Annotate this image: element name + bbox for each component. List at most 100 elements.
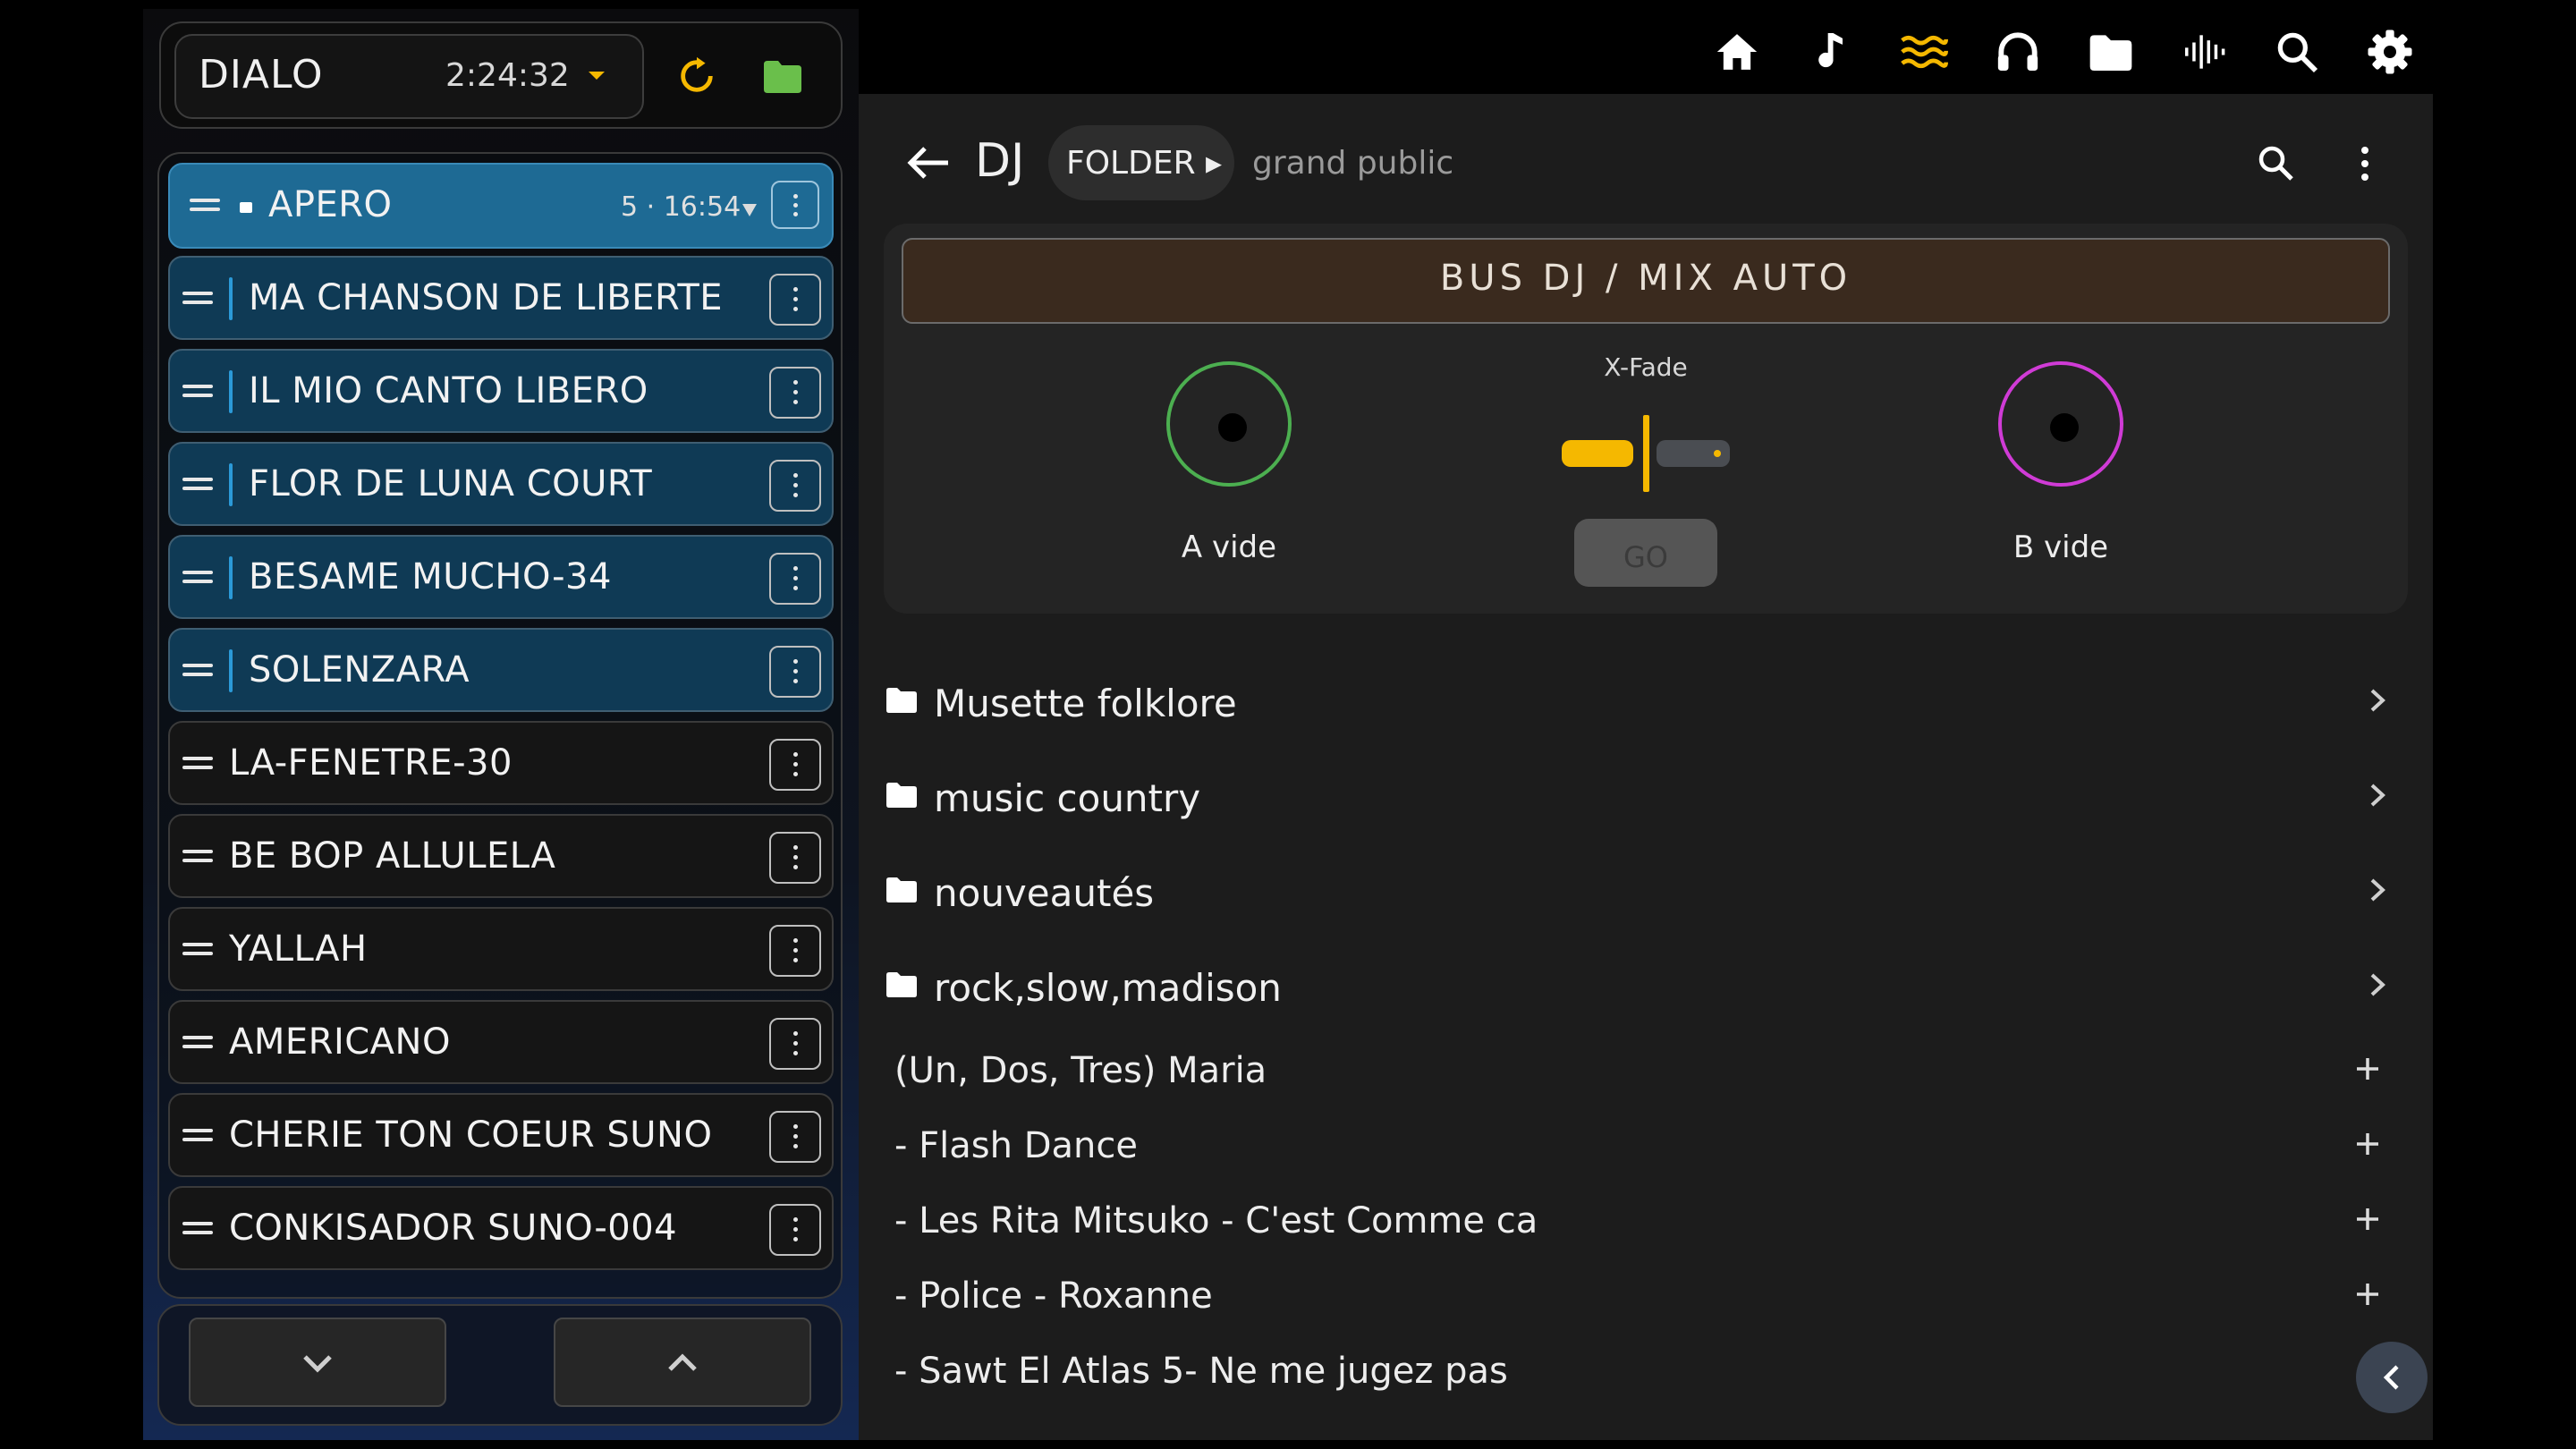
xfade-slider[interactable] <box>1556 408 1735 497</box>
chevron-right-icon <box>2370 689 2385 712</box>
drag-handle-icon[interactable] <box>182 664 213 680</box>
caret-down-icon[interactable] <box>741 200 758 218</box>
scroll-down-button[interactable] <box>189 1318 446 1407</box>
playlist-row[interactable]: SOLENZARA <box>168 628 834 712</box>
more-vert-icon[interactable] <box>2349 143 2381 184</box>
track-title: YALLAH <box>229 928 368 970</box>
go-label: GO <box>1623 540 1668 574</box>
group-menu-button[interactable] <box>771 181 819 229</box>
drag-handle-icon[interactable] <box>182 943 213 959</box>
group-indicator <box>229 556 233 599</box>
add-icon[interactable] <box>2354 1206 2381 1233</box>
drag-handle-icon[interactable] <box>182 1036 213 1052</box>
playlist-row[interactable]: CONKISADOR SUNO-004 <box>168 1186 834 1270</box>
playlist-row[interactable]: LA-FENETRE-30 <box>168 721 834 805</box>
folder-row[interactable]: nouveautés <box>884 850 2404 930</box>
playlist-row[interactable]: YALLAH <box>168 907 834 991</box>
bus-dj-label: BUS DJ / MIX AUTO <box>1439 258 1852 299</box>
track-title: BE BOP ALLULELA <box>229 835 556 877</box>
search-icon[interactable] <box>2272 27 2322 77</box>
add-icon[interactable] <box>2354 1281 2381 1308</box>
track-title: - Police - Roxanne <box>894 1275 1213 1317</box>
track-title: IL MIO CANTO LIBERO <box>249 370 648 411</box>
chevron-up-icon <box>668 1353 697 1371</box>
track-title: LA-FENETRE-30 <box>229 742 513 784</box>
track-row[interactable]: - Police - Roxanne <box>884 1258 2404 1333</box>
track-title: MA CHANSON DE LIBERTE <box>249 277 724 318</box>
track-menu-button[interactable] <box>769 460 821 512</box>
playlist-row[interactable]: FLOR DE LUNA COURT <box>168 442 834 526</box>
track-title: - Flash Dance <box>894 1125 1138 1166</box>
track-menu-button[interactable] <box>769 832 821 884</box>
track-menu-button[interactable] <box>769 925 821 977</box>
headphones-icon[interactable] <box>1993 27 2043 77</box>
deck-a-label: A vide <box>1181 530 1277 565</box>
playlist-group-apero[interactable]: APERO 5 · 16:54 <box>168 163 834 249</box>
deck-b-label: B vide <box>2012 530 2109 565</box>
settings-icon[interactable] <box>2365 27 2415 77</box>
folder-name: nouveautés <box>934 871 1155 915</box>
drag-handle-icon[interactable] <box>182 292 213 308</box>
group-indicator <box>229 277 233 320</box>
chevron-right-icon <box>2370 784 2385 807</box>
refresh-icon[interactable] <box>676 55 717 97</box>
track-menu-button[interactable] <box>769 739 821 791</box>
track-menu-button[interactable] <box>769 553 821 605</box>
track-title: - Sawt El Atlas 5- Ne me jugez pas <box>894 1351 1508 1392</box>
drag-handle-icon[interactable] <box>182 757 213 773</box>
chevron-down-icon <box>303 1355 332 1373</box>
playlist-row[interactable]: BE BOP ALLULELA <box>168 814 834 898</box>
folder-row[interactable]: Musette folklore <box>884 660 2404 741</box>
folder-icon[interactable] <box>2086 27 2136 77</box>
folder-row[interactable]: music country <box>884 755 2404 835</box>
track-menu-button[interactable] <box>769 1111 821 1163</box>
track-row[interactable]: - Flash Dance <box>884 1107 2404 1182</box>
caret-down-icon[interactable] <box>586 64 607 86</box>
chevron-right-icon <box>2370 973 2385 996</box>
folder-icon[interactable] <box>762 59 803 95</box>
drag-handle-icon[interactable] <box>182 1129 213 1145</box>
collapse-button[interactable] <box>2356 1342 2428 1413</box>
breadcrumb[interactable]: grand public <box>1252 145 1453 182</box>
deck-b[interactable] <box>1998 361 2123 487</box>
track-menu-button[interactable] <box>769 646 821 698</box>
drag-handle-icon[interactable] <box>190 199 220 215</box>
track-row[interactable]: (Un, Dos, Tres) Maria <box>884 1032 2404 1107</box>
scroll-up-button[interactable] <box>554 1318 811 1407</box>
chevron-left-icon <box>2383 1365 2399 1390</box>
playlist-row[interactable]: BESAME MUCHO-34 <box>168 535 834 619</box>
folder-icon <box>886 877 917 902</box>
track-menu-button[interactable] <box>769 367 821 419</box>
drag-handle-icon[interactable] <box>182 850 213 866</box>
track-menu-button[interactable] <box>769 274 821 326</box>
folder-name: Musette folklore <box>934 682 1237 725</box>
home-icon[interactable] <box>1712 27 1762 77</box>
playlist-row[interactable]: MA CHANSON DE LIBERTE <box>168 256 834 340</box>
waves-icon[interactable] <box>1898 27 1948 77</box>
track-row[interactable]: - Sawt El Atlas 5- Ne me jugez pas <box>884 1333 2404 1408</box>
waveform-icon[interactable] <box>2179 27 2229 77</box>
playlist-row[interactable]: CHERIE TON COEUR SUNO <box>168 1093 834 1177</box>
playlist-row[interactable]: AMERICANO <box>168 1000 834 1084</box>
folder-icon <box>886 688 917 713</box>
add-icon[interactable] <box>2354 1055 2381 1082</box>
music-note-icon[interactable] <box>1805 27 1855 77</box>
folder-mode-label: FOLDER ▸ <box>1066 145 1223 182</box>
track-title: - Les Rita Mitsuko - C'est Comme ca <box>894 1200 1538 1241</box>
track-menu-button[interactable] <box>769 1018 821 1070</box>
add-icon[interactable] <box>2354 1131 2381 1157</box>
group-name: APERO <box>268 184 393 225</box>
drag-handle-icon[interactable] <box>182 571 213 587</box>
drag-handle-icon[interactable] <box>182 1222 213 1238</box>
page-title: DJ <box>975 134 1025 188</box>
drag-handle-icon[interactable] <box>182 385 213 401</box>
track-menu-button[interactable] <box>769 1204 821 1256</box>
back-arrow-icon[interactable] <box>903 141 952 184</box>
group-indicator <box>229 370 233 413</box>
drag-handle-icon[interactable] <box>182 478 213 494</box>
search-icon[interactable] <box>2254 141 2297 184</box>
deck-a[interactable] <box>1166 361 1292 487</box>
track-row[interactable]: - Les Rita Mitsuko - C'est Comme ca <box>884 1182 2404 1258</box>
playlist-row[interactable]: IL MIO CANTO LIBERO <box>168 349 834 433</box>
folder-row[interactable]: rock,slow,madison <box>884 945 2404 1025</box>
